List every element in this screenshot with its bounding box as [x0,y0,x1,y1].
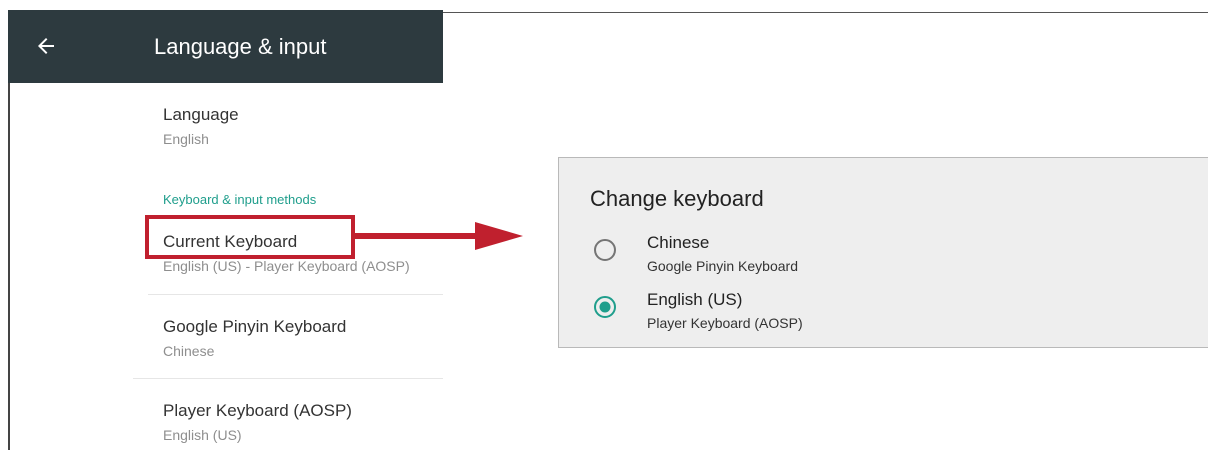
player-keyboard-title: Player Keyboard (AOSP) [163,401,352,420]
app-bar: Language & input [8,10,443,83]
dialog-title: Change keyboard [590,186,764,211]
divider [133,378,443,379]
pinyin-keyboard-title: Google Pinyin Keyboard [163,317,347,336]
language-summary: English [163,131,209,147]
current-keyboard-summary: English (US) - Player Keyboard (AOSP) [163,258,410,274]
pinyin-keyboard-summary: Chinese [163,343,215,359]
radio-checked-icon[interactable] [592,294,618,320]
change-keyboard-dialog: Change keyboard Chinese Google Pinyin Ke… [558,157,1208,348]
arrow-right-icon [355,222,523,250]
player-keyboard-summary: English (US) [163,427,242,443]
back-arrow-icon[interactable] [34,34,58,58]
player-keyboard-item[interactable]: Player Keyboard (AOSP) English (US) [163,401,352,444]
page-title: Language & input [154,34,327,59]
option-subtitle: Player Keyboard (AOSP) [647,315,803,331]
option-title: English (US) [647,290,743,309]
radio-unchecked-icon[interactable] [592,237,618,263]
divider [148,294,443,295]
language-title: Language [163,105,239,124]
top-border [442,12,1208,13]
pinyin-keyboard-item[interactable]: Google Pinyin Keyboard Chinese [163,317,346,360]
option-subtitle: Google Pinyin Keyboard [647,258,798,274]
keyboard-section-header: Keyboard & input methods [163,192,317,207]
left-border [8,82,10,450]
option-english-us[interactable]: English (US) Player Keyboard (AOSP) [592,290,992,336]
highlight-box [145,215,355,259]
language-item[interactable]: Language English [163,105,239,148]
option-chinese[interactable]: Chinese Google Pinyin Keyboard [592,233,992,279]
option-title: Chinese [647,233,710,252]
